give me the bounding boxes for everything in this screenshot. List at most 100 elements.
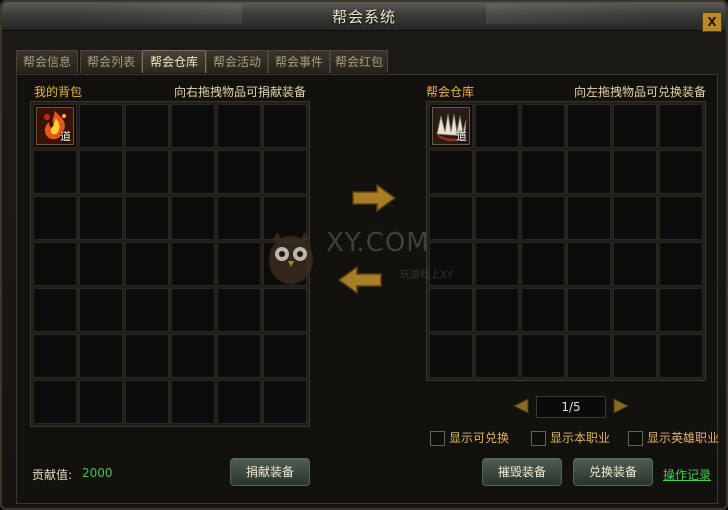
- inventory-slot[interactable]: [217, 380, 261, 424]
- inventory-slot[interactable]: [659, 150, 703, 194]
- inventory-slot[interactable]: [263, 196, 307, 240]
- close-button[interactable]: X: [702, 12, 722, 32]
- inventory-slot[interactable]: [263, 242, 307, 286]
- tab-guild-events[interactable]: 帮会事件: [268, 50, 330, 73]
- inventory-slot[interactable]: 道: [429, 104, 473, 148]
- inventory-slot[interactable]: [429, 150, 473, 194]
- inventory-slot[interactable]: [125, 288, 169, 332]
- inventory-slot[interactable]: [263, 104, 307, 148]
- donate-button[interactable]: 捐献装备: [230, 458, 310, 486]
- inventory-slot[interactable]: [33, 242, 77, 286]
- inventory-slot[interactable]: [171, 288, 215, 332]
- inventory-slot[interactable]: [475, 242, 519, 286]
- title-bar[interactable]: 帮会系统 X: [2, 2, 726, 32]
- inventory-slot[interactable]: [125, 242, 169, 286]
- inventory-slot[interactable]: [263, 334, 307, 378]
- inventory-slot[interactable]: [521, 288, 565, 332]
- inventory-slot[interactable]: [263, 150, 307, 194]
- inventory-slot[interactable]: [263, 380, 307, 424]
- inventory-slot[interactable]: [613, 334, 657, 378]
- inventory-slot[interactable]: [521, 150, 565, 194]
- inventory-slot[interactable]: [125, 196, 169, 240]
- inventory-slot[interactable]: [217, 104, 261, 148]
- operation-log-link[interactable]: 操作记录: [663, 466, 711, 483]
- inventory-slot[interactable]: [475, 150, 519, 194]
- inventory-slot[interactable]: [171, 242, 215, 286]
- inventory-slot[interactable]: [475, 104, 519, 148]
- inventory-slot[interactable]: [521, 104, 565, 148]
- inventory-slot[interactable]: [33, 150, 77, 194]
- inventory-slot[interactable]: [263, 288, 307, 332]
- inventory-slot[interactable]: [567, 288, 611, 332]
- inventory-slot[interactable]: [613, 196, 657, 240]
- inventory-slot[interactable]: [475, 196, 519, 240]
- filter-own-class-checkbox[interactable]: 显示本职业: [531, 429, 610, 446]
- tab-guild-activity[interactable]: 帮会活动: [206, 50, 268, 73]
- inventory-slot[interactable]: [33, 196, 77, 240]
- tab-guild-info[interactable]: 帮会信息: [16, 50, 78, 73]
- inventory-slot[interactable]: [171, 196, 215, 240]
- tab-guild-redpacket[interactable]: 帮会红包: [330, 50, 388, 73]
- checkbox-box[interactable]: [531, 431, 546, 446]
- inventory-slot[interactable]: [429, 288, 473, 332]
- inventory-slot[interactable]: [33, 288, 77, 332]
- inventory-slot[interactable]: [567, 104, 611, 148]
- inventory-slot[interactable]: [217, 150, 261, 194]
- inventory-slot[interactable]: [217, 242, 261, 286]
- inventory-slot[interactable]: [171, 104, 215, 148]
- inventory-slot[interactable]: [429, 334, 473, 378]
- inventory-slot[interactable]: [79, 334, 123, 378]
- filter-exchangeable-checkbox[interactable]: 显示可兑换: [430, 429, 509, 446]
- inventory-slot[interactable]: [613, 242, 657, 286]
- inventory-slot[interactable]: [79, 104, 123, 148]
- inventory-slot[interactable]: [567, 196, 611, 240]
- inventory-slot[interactable]: [475, 288, 519, 332]
- inventory-slot[interactable]: [613, 288, 657, 332]
- inventory-slot[interactable]: [659, 242, 703, 286]
- inventory-slot[interactable]: [521, 196, 565, 240]
- inventory-slot[interactable]: [79, 288, 123, 332]
- inventory-slot[interactable]: [429, 242, 473, 286]
- inventory-slot[interactable]: [125, 380, 169, 424]
- inventory-slot[interactable]: [125, 150, 169, 194]
- inventory-slot[interactable]: [33, 334, 77, 378]
- flame-dragon-equipment-icon[interactable]: 道: [36, 107, 74, 145]
- filter-hero-class-checkbox[interactable]: 显示英雄职业: [628, 429, 719, 446]
- inventory-slot[interactable]: [475, 334, 519, 378]
- inventory-slot[interactable]: [79, 196, 123, 240]
- inventory-slot[interactable]: [79, 242, 123, 286]
- inventory-slot[interactable]: [171, 150, 215, 194]
- arrow-right-icon[interactable]: [351, 184, 397, 212]
- inventory-slot[interactable]: [171, 380, 215, 424]
- next-page-arrow-icon[interactable]: [612, 397, 630, 415]
- inventory-slot[interactable]: [125, 104, 169, 148]
- inventory-slot[interactable]: [79, 150, 123, 194]
- arrow-left-icon[interactable]: [337, 266, 383, 294]
- destroy-button[interactable]: 摧毁装备: [482, 458, 562, 486]
- inventory-slot[interactable]: [217, 288, 261, 332]
- inventory-slot[interactable]: [171, 334, 215, 378]
- inventory-slot[interactable]: 道: [33, 104, 77, 148]
- inventory-slot[interactable]: [33, 380, 77, 424]
- inventory-slot[interactable]: [521, 334, 565, 378]
- inventory-slot[interactable]: [659, 288, 703, 332]
- exchange-button[interactable]: 兑换装备: [573, 458, 653, 486]
- tab-guild-list[interactable]: 帮会列表: [80, 50, 142, 73]
- inventory-slot[interactable]: [659, 334, 703, 378]
- inventory-slot[interactable]: [567, 150, 611, 194]
- inventory-slot[interactable]: [125, 334, 169, 378]
- inventory-slot[interactable]: [613, 150, 657, 194]
- tab-guild-warehouse[interactable]: 帮会仓库: [142, 50, 206, 73]
- checkbox-box[interactable]: [430, 431, 445, 446]
- prev-page-arrow-icon[interactable]: [512, 397, 530, 415]
- inventory-slot[interactable]: [659, 104, 703, 148]
- inventory-slot[interactable]: [521, 242, 565, 286]
- inventory-slot[interactable]: [429, 196, 473, 240]
- checkbox-box[interactable]: [628, 431, 643, 446]
- inventory-slot[interactable]: [217, 334, 261, 378]
- inventory-slot[interactable]: [567, 242, 611, 286]
- inventory-slot[interactable]: [79, 380, 123, 424]
- inventory-slot[interactable]: [613, 104, 657, 148]
- inventory-slot[interactable]: [567, 334, 611, 378]
- inventory-slot[interactable]: [217, 196, 261, 240]
